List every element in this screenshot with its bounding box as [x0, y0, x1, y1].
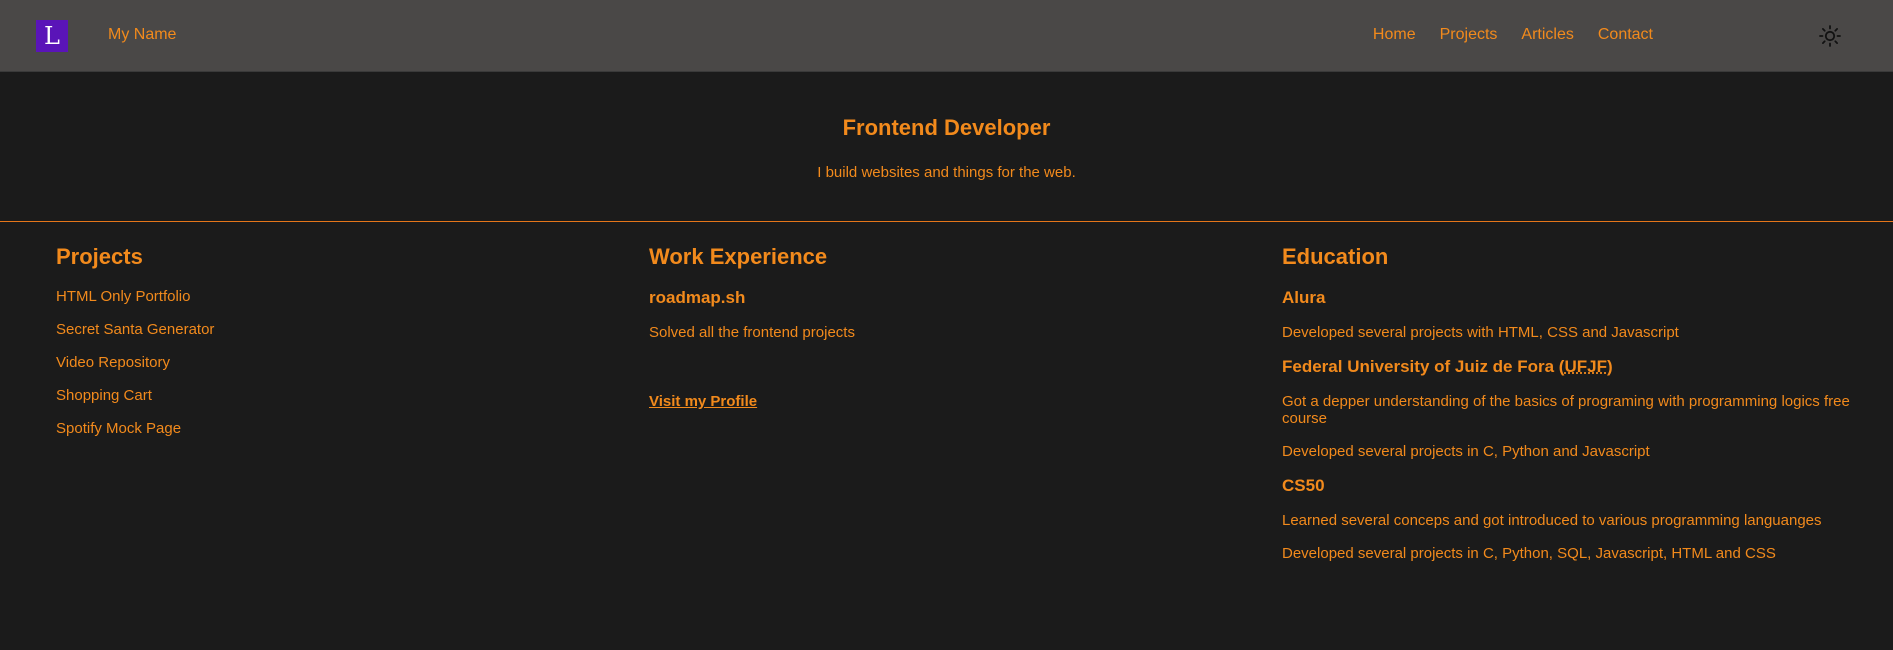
project-item[interactable]: Shopping Cart [56, 387, 214, 404]
hero-subtitle: I build websites and things for the web. [817, 164, 1076, 181]
ufjf-title-suffix: ) [1606, 357, 1613, 376]
ufjf-abbreviation: UFJF [1564, 357, 1607, 376]
project-item[interactable]: HTML Only Portfolio [56, 288, 214, 305]
work-experience-heading: Work Experience [649, 244, 828, 269]
education-ufjf-item: Got a depper understanding of the basics… [1282, 393, 1850, 427]
project-item[interactable]: Video Repository [56, 354, 214, 371]
projects-list: HTML Only Portfolio Secret Santa Generat… [56, 288, 214, 437]
education-alura-title: Alura [1282, 288, 1326, 307]
nav-contact-link[interactable]: Contact [1598, 26, 1653, 44]
visit-profile-link[interactable]: Visit my Profile [649, 393, 757, 410]
top-navbar: L My Name Home Projects Articles Contact [0, 0, 1893, 72]
education-heading: Education [1282, 244, 1389, 269]
ufjf-title-prefix: Federal University of Juiz de Fora ( [1282, 357, 1565, 376]
hero-section: Frontend Developer I build websites and … [0, 72, 1893, 222]
education-cs50-item: Developed several projects in C, Python,… [1282, 545, 1776, 562]
hero-title: Frontend Developer [842, 115, 1051, 140]
project-item[interactable]: Spotify Mock Page [56, 420, 214, 437]
nav-projects-link[interactable]: Projects [1440, 26, 1498, 44]
nav-articles-link[interactable]: Articles [1521, 26, 1573, 44]
education-cs50-item: Learned several conceps and got introduc… [1282, 512, 1822, 529]
education-ufjf-item: Developed several projects in C, Python … [1282, 443, 1650, 460]
projects-section: Projects HTML Only Portfolio Secret Sant… [56, 244, 214, 453]
education-ufjf-title: Federal University of Juiz de Fora (UFJF… [1282, 357, 1893, 377]
project-item[interactable]: Secret Santa Generator [56, 321, 214, 338]
education-alura-item: Developed several projects with HTML, CS… [1282, 324, 1679, 341]
work-description: Solved all the frontend projects [649, 324, 855, 341]
projects-heading: Projects [56, 244, 143, 269]
nav-home-link[interactable]: Home [1373, 26, 1416, 44]
work-experience-section: Work Experience roadmap.sh Solved all th… [649, 244, 855, 411]
main-nav: Home Projects Articles Contact [1373, 26, 1653, 44]
work-company: roadmap.sh [649, 288, 746, 307]
theme-toggle-button[interactable] [1818, 24, 1842, 48]
logo[interactable]: L [36, 20, 68, 52]
education-section: Education Alura Developed several projec… [1282, 244, 1893, 578]
sun-icon [1819, 25, 1841, 47]
brand-name-link[interactable]: My Name [108, 26, 176, 44]
education-cs50-title: CS50 [1282, 476, 1325, 495]
